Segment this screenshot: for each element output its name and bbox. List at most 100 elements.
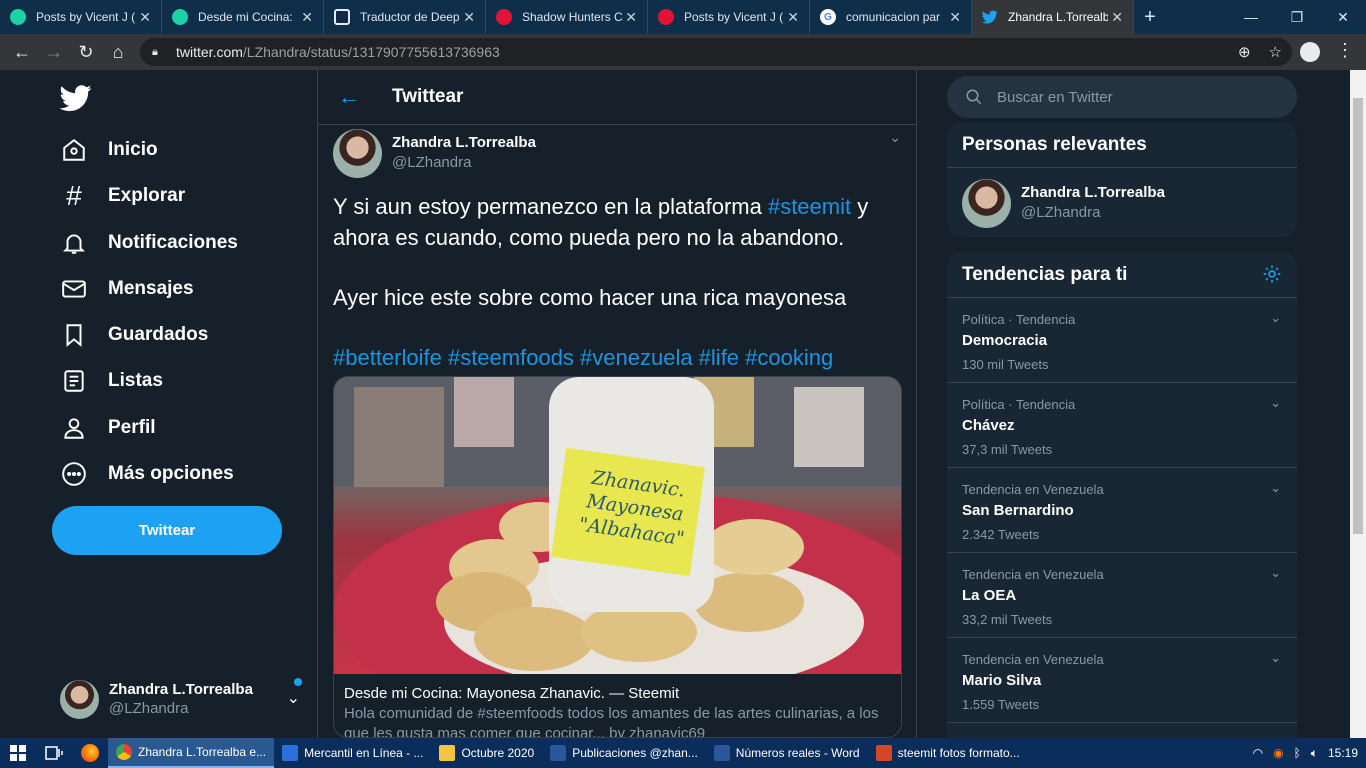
nav-item-notificaciones[interactable]: Notificaciones bbox=[60, 223, 238, 263]
home-icon bbox=[60, 136, 88, 164]
url-bar[interactable]: 🔒︎ twitter.com/LZhandra/status/131790775… bbox=[140, 38, 1292, 66]
browser-tab-active[interactable]: Zhandra L.Torrealb ✕ bbox=[972, 0, 1134, 34]
twitter-logo-icon[interactable] bbox=[60, 82, 92, 114]
chevron-down-icon[interactable]: ⌄ bbox=[1270, 565, 1281, 581]
hive-icon bbox=[496, 9, 512, 25]
chevron-down-icon[interactable]: ⌄ bbox=[1270, 650, 1281, 666]
person-icon bbox=[60, 414, 88, 442]
panel-title: Personas relevantes bbox=[947, 122, 1297, 168]
nav-item-mas-opciones[interactable]: Más opciones bbox=[60, 454, 234, 494]
back-icon[interactable]: ← bbox=[6, 36, 38, 68]
nav-item-listas[interactable]: Listas bbox=[60, 361, 163, 401]
card-description: Hola comunidad de #steemfoods todos los … bbox=[344, 705, 879, 738]
close-icon[interactable]: ✕ bbox=[301, 9, 313, 26]
taskbar-app[interactable]: Mercantil en Línea - ... bbox=[274, 738, 431, 768]
relevant-person[interactable]: Zhandra L.Torrealba @LZhandra bbox=[947, 168, 1297, 237]
browser-tab[interactable]: Posts by Vicent J (✕ bbox=[0, 0, 162, 34]
taskbar-app[interactable]: Zhandra L.Torrealba e... bbox=[108, 738, 275, 768]
browser-tab[interactable]: Shadow Hunters C ✕ bbox=[486, 0, 648, 34]
relevant-people-panel: Personas relevantes Zhandra L.Torrealba … bbox=[947, 122, 1297, 237]
browser-tab[interactable]: Gcomunicacion par ✕ bbox=[810, 0, 972, 34]
account-switcher[interactable]: Zhandra L.Torrealba @LZhandra ⌄ bbox=[60, 674, 302, 724]
back-arrow-icon[interactable]: ← bbox=[338, 84, 362, 110]
avatar[interactable] bbox=[333, 128, 382, 178]
browser-tab[interactable]: Desde mi Cocina: ✕ bbox=[162, 0, 324, 34]
page-scrollbar[interactable] bbox=[1350, 70, 1366, 738]
clock[interactable]: 15:19 bbox=[1328, 746, 1358, 760]
home-page-icon[interactable]: ⌂ bbox=[102, 36, 134, 68]
deepl-icon bbox=[334, 9, 350, 25]
close-icon[interactable]: ✕ bbox=[139, 9, 151, 26]
bluetooth-icon[interactable]: ᛒ bbox=[1294, 746, 1301, 760]
right-sidebar: Buscar en Twitter Personas relevantes Zh… bbox=[947, 70, 1297, 738]
link-card[interactable]: Zhanavic. Mayonesa "Albahaca" Desde mi C… bbox=[333, 376, 902, 738]
maximize-icon[interactable]: ❐ bbox=[1274, 0, 1320, 34]
taskbar-app[interactable]: Octubre 2020 bbox=[431, 738, 542, 768]
menu-icon[interactable]: ⋮ bbox=[1336, 40, 1354, 61]
nav-item-perfil[interactable]: Perfil bbox=[60, 408, 156, 448]
star-icon[interactable]: ☆ bbox=[1269, 43, 1282, 61]
tweet-author-handle[interactable]: @LZhandra bbox=[392, 153, 536, 173]
taskbar-app[interactable]: Publicaciones @zhan... bbox=[542, 738, 706, 768]
card-meta: Desde mi Cocina: Mayonesa Zhanavic. — St… bbox=[334, 674, 901, 738]
browser-tab[interactable]: Traductor de Deep ✕ bbox=[324, 0, 486, 34]
volume-icon[interactable]: 🔈︎ bbox=[1311, 746, 1318, 761]
avast-icon[interactable]: ◉ bbox=[1273, 746, 1283, 760]
close-icon[interactable]: ✕ bbox=[463, 9, 475, 26]
chevron-down-icon[interactable]: ⌄ bbox=[1270, 395, 1281, 411]
trend-item[interactable]: Tendencia en Venezuela La OEA 33,2 mil T… bbox=[947, 553, 1297, 638]
hashtag-link[interactable]: #steemit bbox=[768, 194, 851, 219]
wifi-icon[interactable]: ◠ bbox=[1253, 746, 1263, 760]
avatar bbox=[60, 679, 99, 719]
search-input[interactable]: Buscar en Twitter bbox=[947, 76, 1297, 118]
chevron-down-icon[interactable]: ⌄ bbox=[1270, 480, 1281, 496]
chevron-down-icon[interactable]: ⌄ bbox=[1270, 310, 1281, 326]
nav-item-inicio[interactable]: Inicio bbox=[60, 130, 158, 170]
windows-start-icon[interactable] bbox=[0, 738, 36, 768]
nav-item-explorar[interactable]: # Explorar bbox=[60, 176, 185, 216]
nav-item-guardados[interactable]: Guardados bbox=[60, 315, 208, 355]
add-icon[interactable]: ⊕ bbox=[1238, 43, 1251, 61]
tweet-text: Y si aun estoy permanezco en la platafor… bbox=[333, 191, 901, 373]
hashtag-icon: # bbox=[66, 180, 82, 211]
task-view-icon[interactable] bbox=[36, 738, 72, 768]
hashtag-links[interactable]: #betterloife #steemfoods #venezuela #lif… bbox=[333, 342, 901, 373]
taskbar-app[interactable]: Números reales - Word bbox=[706, 738, 868, 768]
tweet-author-name[interactable]: Zhandra L.Torrealba bbox=[392, 133, 536, 153]
taskbar-app[interactable]: steemit fotos formato... bbox=[868, 738, 1028, 768]
new-tab-button[interactable]: + bbox=[1134, 0, 1166, 34]
trend-item[interactable]: Política · Tendencia Chávez 37,3 mil Twe… bbox=[947, 383, 1297, 468]
more-icon bbox=[60, 460, 88, 488]
chevron-down-icon[interactable]: ⌄ bbox=[889, 129, 901, 146]
account-handle: @LZhandra bbox=[109, 700, 189, 717]
close-icon[interactable]: ✕ bbox=[625, 9, 637, 26]
card-image: Zhanavic. Mayonesa "Albahaca" bbox=[334, 377, 901, 674]
chrome-icon bbox=[116, 744, 132, 760]
reload-icon[interactable]: ↻ bbox=[70, 36, 102, 68]
card-title: Desde mi Cocina: Mayonesa Zhanavic. — St… bbox=[344, 685, 680, 702]
close-icon[interactable]: ✕ bbox=[949, 9, 961, 26]
close-icon[interactable]: ✕ bbox=[1111, 9, 1123, 26]
close-window-icon[interactable]: ✕ bbox=[1320, 0, 1366, 34]
browser-toolbar: ← → ↻ ⌂ 🔒︎ twitter.com/LZhandra/status/1… bbox=[0, 34, 1366, 70]
forward-icon[interactable]: → bbox=[38, 36, 70, 68]
profile-icon[interactable] bbox=[1300, 42, 1320, 62]
lock-icon: 🔒︎ bbox=[152, 46, 158, 58]
browser-tab[interactable]: Posts by Vicent J (✕ bbox=[648, 0, 810, 34]
trend-item[interactable]: Tendencia en Venezuela Mario Silva 1.559… bbox=[947, 638, 1297, 723]
tweet-button[interactable]: Twittear bbox=[52, 506, 282, 555]
window-controls: — ❐ ✕ bbox=[1228, 0, 1366, 34]
firefox-icon[interactable] bbox=[72, 738, 108, 768]
close-icon[interactable]: ✕ bbox=[787, 9, 799, 26]
chevron-down-icon: ⌄ bbox=[286, 690, 300, 707]
twitter-page: Inicio # Explorar Notificaciones Mensaje… bbox=[0, 70, 1366, 738]
trend-item[interactable]: Tendencia en Venezuela San Bernardino 2.… bbox=[947, 468, 1297, 553]
trend-item[interactable]: Política · Tendencia Democracia 130 mil … bbox=[947, 298, 1297, 383]
scrollbar-thumb[interactable] bbox=[1353, 98, 1363, 534]
nav-item-mensajes[interactable]: Mensajes bbox=[60, 269, 194, 309]
bell-icon bbox=[60, 229, 88, 257]
minimize-icon[interactable]: — bbox=[1228, 0, 1274, 34]
word-icon bbox=[550, 745, 567, 761]
gear-icon[interactable] bbox=[1262, 264, 1282, 284]
steemit-icon bbox=[172, 9, 188, 25]
